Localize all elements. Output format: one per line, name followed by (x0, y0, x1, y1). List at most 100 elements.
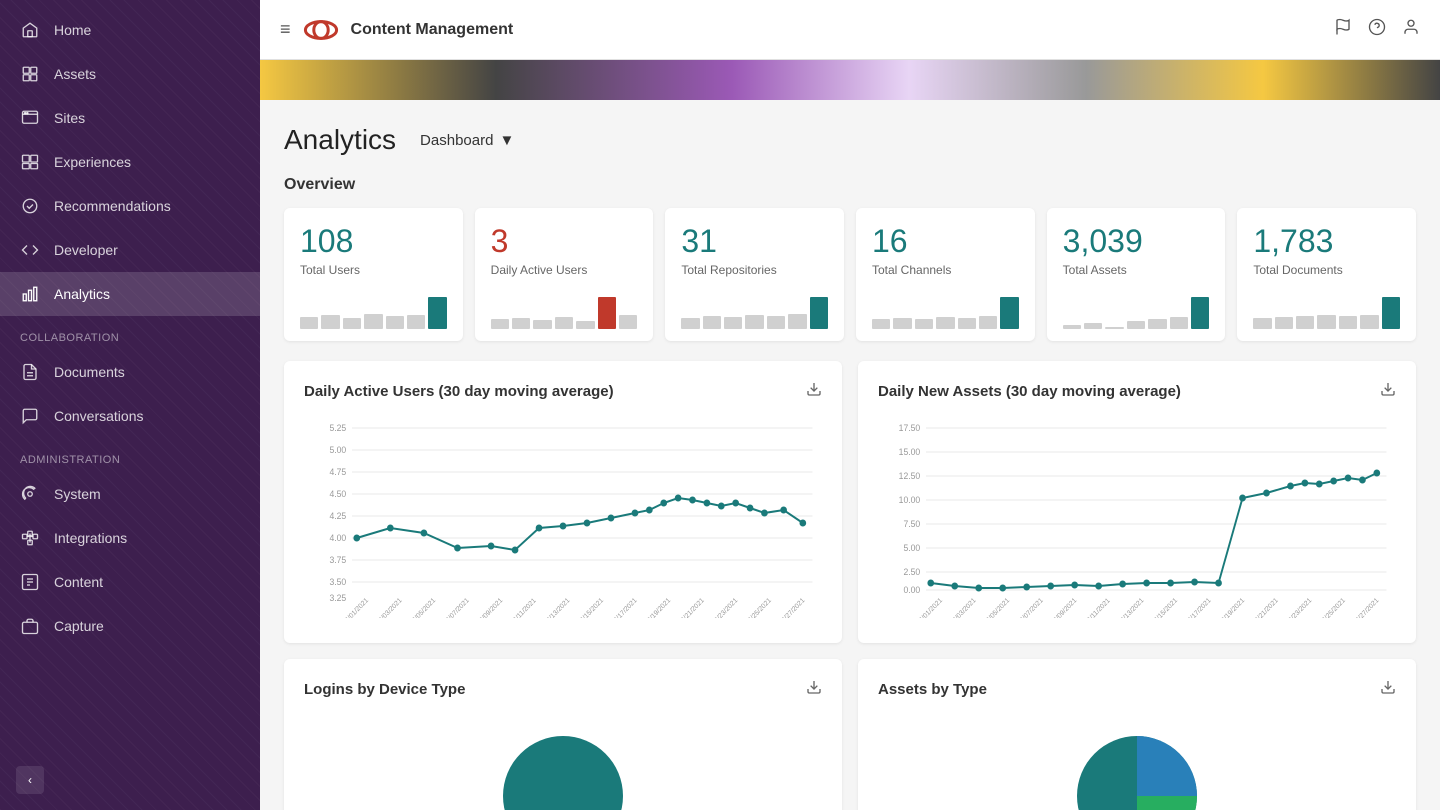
chart-header-dau: Daily Active Users (30 day moving averag… (304, 381, 822, 402)
sidebar-item-label-home: Home (54, 22, 91, 38)
sidebar-item-label-analytics: Analytics (54, 286, 110, 302)
svg-text:7.50: 7.50 (903, 519, 920, 529)
svg-text:4.75: 4.75 (329, 467, 346, 477)
help-icon[interactable] (1368, 18, 1386, 41)
stat-bar (364, 314, 382, 329)
stat-bars-channels (872, 289, 1019, 329)
download-assets-type-icon[interactable] (1380, 679, 1396, 700)
app-header: ≡ Content Management (260, 0, 1440, 60)
sidebar-item-experiences[interactable]: Experiences (0, 140, 260, 184)
stat-bar (533, 320, 551, 329)
svg-text:06/25/2021: 06/25/2021 (1318, 597, 1347, 618)
svg-text:4.25: 4.25 (329, 511, 346, 521)
sidebar-item-system[interactable]: System (0, 472, 260, 516)
svg-text:3.75: 3.75 (329, 555, 346, 565)
stat-bar (872, 319, 890, 329)
system-icon (20, 484, 40, 504)
stat-bar-current (1382, 297, 1400, 329)
svg-text:06/09/2021: 06/09/2021 (1050, 597, 1079, 618)
stat-bar (321, 315, 339, 329)
svg-text:06/15/2021: 06/15/2021 (1150, 597, 1179, 618)
svg-text:06/25/2021: 06/25/2021 (744, 597, 773, 618)
stat-value-total-channels: 16 (872, 224, 1019, 259)
svg-text:06/05/2021: 06/05/2021 (983, 597, 1012, 618)
svg-text:06/03/2021: 06/03/2021 (375, 597, 404, 618)
svg-text:5.00: 5.00 (903, 543, 920, 553)
logins-donut-chart (304, 716, 822, 810)
sidebar-item-capture[interactable]: Capture (0, 604, 260, 648)
sidebar-item-label-conversations: Conversations (54, 408, 144, 424)
stat-bars-repos (681, 289, 828, 329)
stat-bar (619, 315, 637, 329)
svg-text:10.00: 10.00 (899, 495, 921, 505)
stat-label-total-users: Total Users (300, 263, 447, 277)
svg-text:4.50: 4.50 (329, 489, 346, 499)
sidebar-item-conversations[interactable]: Conversations (0, 394, 260, 438)
sidebar-item-label-documents: Documents (54, 364, 125, 380)
chart-card-daily-new-assets: Daily New Assets (30 day moving average) (858, 361, 1416, 643)
overview-title: Overview (284, 176, 1416, 194)
sidebar-item-documents[interactable]: Documents (0, 350, 260, 394)
stat-bar-current (1191, 297, 1209, 329)
svg-text:17.50: 17.50 (899, 423, 921, 433)
stat-bar (681, 318, 699, 329)
app-title: Content Management (351, 21, 1322, 39)
stat-bar (1105, 327, 1123, 329)
chart-card-logins-device: Logins by Device Type (284, 659, 842, 810)
user-icon[interactable] (1402, 18, 1420, 41)
svg-text:12.50: 12.50 (899, 471, 921, 481)
chart-header-logins: Logins by Device Type (304, 679, 822, 700)
svg-text:2.50: 2.50 (903, 567, 920, 577)
stats-grid: 108 Total Users 3 Daily Active Users (284, 208, 1416, 341)
svg-text:0.00: 0.00 (903, 585, 920, 595)
sidebar-item-recommendations[interactable]: Recommendations (0, 184, 260, 228)
sidebar-item-home[interactable]: Home (0, 8, 260, 52)
stat-card-total-documents: 1,783 Total Documents (1237, 208, 1416, 341)
page-content-area: Analytics Dashboard ▼ Overview 108 Total… (260, 100, 1440, 810)
stat-label-total-repos: Total Repositories (681, 263, 828, 277)
sidebar-item-assets[interactable]: Assets (0, 52, 260, 96)
stat-bar (1063, 325, 1081, 329)
administration-section-label: ADMINISTRATION (0, 438, 260, 472)
stat-bar (491, 319, 509, 329)
stat-bar-current (1000, 297, 1018, 329)
chart-card-assets-type: Assets by Type (858, 659, 1416, 810)
sidebar-item-sites[interactable]: Sites (0, 96, 260, 140)
svg-text:06/15/2021: 06/15/2021 (576, 597, 605, 618)
content-icon (20, 572, 40, 592)
stat-bar (1360, 315, 1378, 329)
sidebar-item-content[interactable]: Content (0, 560, 260, 604)
stat-bar (745, 315, 763, 329)
download-dna-icon[interactable] (1380, 381, 1396, 402)
stat-value-daily-active: 3 (491, 224, 638, 259)
stat-card-total-repos: 31 Total Repositories (665, 208, 844, 341)
sidebar-item-label-assets: Assets (54, 66, 96, 82)
download-dau-icon[interactable] (806, 381, 822, 402)
sidebar-item-integrations[interactable]: Integrations (0, 516, 260, 560)
stat-card-daily-active-users: 3 Daily Active Users (475, 208, 654, 341)
sidebar-item-analytics[interactable]: Analytics (0, 272, 260, 316)
sidebar-item-developer[interactable]: Developer (0, 228, 260, 272)
stat-bar-current-red (598, 297, 616, 329)
svg-text:06/21/2021: 06/21/2021 (677, 597, 706, 618)
stat-bar (936, 317, 954, 329)
stat-bar (1127, 321, 1145, 329)
stat-card-total-assets: 3,039 Total Assets (1047, 208, 1226, 341)
decorative-banner (260, 60, 1440, 100)
hamburger-icon[interactable]: ≡ (280, 19, 291, 40)
svg-text:06/13/2021: 06/13/2021 (1117, 597, 1146, 618)
stat-bar (1339, 316, 1357, 329)
flag-icon[interactable] (1334, 18, 1352, 41)
sidebar-collapse-button[interactable]: ‹ (16, 766, 44, 794)
stat-bar (1317, 315, 1335, 329)
stat-bar-current (428, 297, 446, 329)
download-logins-icon[interactable] (806, 679, 822, 700)
stat-bar (724, 317, 742, 329)
stat-bars-assets (1063, 289, 1210, 329)
stat-bar (1084, 323, 1102, 329)
dashboard-dropdown[interactable]: Dashboard ▼ (412, 128, 522, 153)
chart-title-dna: Daily New Assets (30 day moving average) (878, 383, 1181, 400)
stat-bar (300, 317, 318, 329)
header-icons (1334, 18, 1420, 41)
page-header: Analytics Dashboard ▼ (284, 124, 1416, 156)
